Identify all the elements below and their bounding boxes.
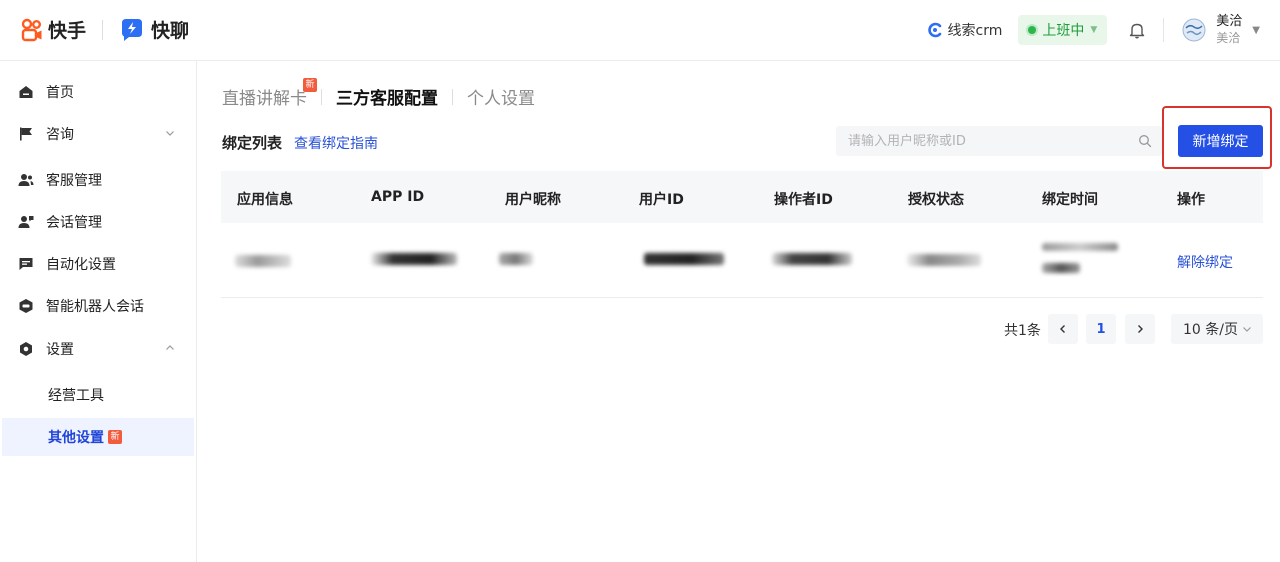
crm-link[interactable]: 线索crm <box>927 20 1003 40</box>
brand-kuaishou-text: 快手 <box>48 20 87 42</box>
column-header: 操作 <box>1177 192 1205 208</box>
caret-down-icon: ▼ <box>1090 25 1098 35</box>
sidebar-subitem-label: 其他设置 <box>48 430 104 446</box>
users-icon <box>18 172 34 188</box>
sidebar-item-label: 智能机器人会话 <box>46 299 144 315</box>
chevron-down-icon <box>166 131 174 136</box>
redacted-operator-id <box>772 253 852 265</box>
duty-status-dropdown[interactable]: 上班中 ▼ <box>1018 15 1108 45</box>
new-badge: 新 <box>108 430 122 444</box>
table-header: 应用信息 APP ID 用户昵称 用户ID 操作者ID 授权状态 绑定时间 操作 <box>221 171 1263 223</box>
chevron-up-icon <box>166 345 174 350</box>
status-dot-icon <box>1028 26 1037 34</box>
page-size-label: 10 条/页 <box>1183 322 1238 338</box>
sidebar-item-settings[interactable]: 设置 <box>0 330 196 368</box>
redacted-user-id <box>644 253 724 265</box>
redacted-bind-time <box>1042 263 1080 273</box>
pagination-total: 共1条 <box>1004 323 1041 339</box>
redacted-bind-date <box>1042 243 1118 251</box>
sidebar-item-robot-session[interactable]: 智能机器人会话 <box>0 287 196 325</box>
binding-list-title: 绑定列表 <box>222 134 283 152</box>
column-header: 应用信息 <box>237 192 293 208</box>
tab-personal-settings[interactable]: 个人设置 <box>467 84 535 109</box>
column-header: 绑定时间 <box>1042 192 1098 208</box>
brand-divider <box>102 19 104 40</box>
crm-icon <box>927 22 941 38</box>
redacted-app-info <box>235 255 291 267</box>
sidebar-subitem-other-settings[interactable]: 其他设置 新 <box>2 418 194 456</box>
page-size-select[interactable]: 10 条/页 <box>1171 314 1263 344</box>
sidebar-item-label: 咨询 <box>46 127 74 143</box>
settings-tabs: 直播讲解卡 新 三方客服配置 个人设置 <box>222 78 535 109</box>
table-row: 解除绑定 <box>221 223 1263 298</box>
avatar[interactable] <box>1182 18 1206 42</box>
new-badge: 新 <box>303 78 317 92</box>
binding-guide-link[interactable]: 查看绑定指南 <box>294 133 378 153</box>
search-icon[interactable] <box>1138 134 1152 148</box>
user-name: 美洽 <box>1216 14 1243 29</box>
redacted-auth-status <box>907 254 981 266</box>
robot-icon <box>18 298 34 314</box>
column-header: 用户昵称 <box>505 192 561 208</box>
pagination-page-1[interactable]: 1 <box>1086 314 1116 344</box>
pagination-prev-button[interactable] <box>1048 314 1078 344</box>
sidebar-item-automation[interactable]: 自动化设置 <box>0 245 196 283</box>
sidebar-item-label: 设置 <box>46 342 74 358</box>
top-right-actions: 线索crm 上班中 ▼ 美洽 美洽 ▼ <box>927 14 1260 46</box>
duty-status-label: 上班中 <box>1042 23 1085 39</box>
redacted-nickname <box>499 253 533 265</box>
tab-live-card[interactable]: 直播讲解卡 新 <box>222 78 317 109</box>
kuailiao-brand[interactable]: 快聊 <box>119 16 189 43</box>
tab-third-party-service[interactable]: 三方客服配置 <box>336 84 438 109</box>
column-header: 用户ID <box>639 192 684 208</box>
tab-divider <box>321 88 322 105</box>
column-header: 授权状态 <box>908 192 964 208</box>
column-header: APP ID <box>371 189 425 205</box>
home-icon <box>18 84 34 100</box>
user-chat-icon <box>18 214 34 230</box>
sidebar-subitem-label: 经营工具 <box>48 388 104 404</box>
sidebar-item-label: 会话管理 <box>46 215 102 231</box>
column-header: 操作者ID <box>774 192 833 208</box>
user-subtitle: 美洽 <box>1216 31 1241 45</box>
pagination-next-button[interactable] <box>1125 314 1155 344</box>
sidebar-item-session-management[interactable]: 会话管理 <box>0 203 196 241</box>
redacted-app-id <box>371 253 457 265</box>
bell-icon[interactable] <box>1127 20 1147 40</box>
chevron-right-icon <box>1138 325 1143 333</box>
chevron-down-icon <box>1243 327 1251 332</box>
message-icon <box>18 256 34 272</box>
sidebar: 首页 咨询 客服管理 会话管理 自动化设置 智能机器人会话 设置 经营工具 其他… <box>0 61 197 562</box>
brand-kuailiao-text: 快聊 <box>151 20 190 42</box>
header-divider <box>1163 18 1165 42</box>
sidebar-item-label: 自动化设置 <box>46 257 116 273</box>
sidebar-item-agent-management[interactable]: 客服管理 <box>0 161 196 199</box>
tab-divider <box>452 88 453 105</box>
unbind-link[interactable]: 解除绑定 <box>1177 252 1233 272</box>
search-input[interactable] <box>836 126 1162 156</box>
add-binding-button[interactable]: 新增绑定 <box>1178 125 1263 157</box>
top-bar: 快手 快聊 线索crm 上班中 ▼ 美洽 美洽 ▼ <box>0 0 1280 61</box>
chevron-left-icon <box>1060 325 1065 333</box>
user-info[interactable]: 美洽 美洽 <box>1216 14 1242 46</box>
flag-icon <box>18 126 34 142</box>
sidebar-subitem-business-tools[interactable]: 经营工具 <box>2 376 194 414</box>
sidebar-item-label: 首页 <box>46 85 74 101</box>
crm-label: 线索crm <box>947 23 1003 39</box>
user-menu-caret-icon[interactable]: ▼ <box>1252 25 1260 36</box>
settings-icon <box>18 341 34 357</box>
kuailiao-logo-icon <box>122 18 143 41</box>
sidebar-item-consult[interactable]: 咨询 <box>0 115 196 153</box>
sidebar-item-home[interactable]: 首页 <box>0 73 196 111</box>
tab-label: 直播讲解卡 <box>222 89 307 109</box>
brand: 快手 快聊 <box>20 16 189 43</box>
sidebar-item-label: 客服管理 <box>46 173 102 189</box>
kuaishou-logo-icon <box>21 18 42 41</box>
kuaishou-brand[interactable]: 快手 <box>20 16 86 43</box>
